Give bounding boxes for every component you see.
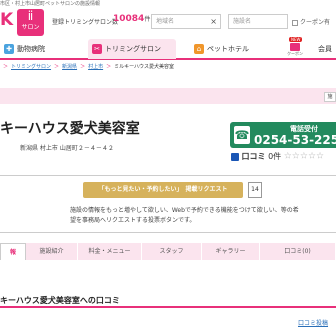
site-tagline: 市区・村上市山居町ペットサロンの施設情報 bbox=[0, 1, 101, 7]
tab-reviews[interactable]: 口コミ(0) bbox=[260, 243, 336, 260]
post-review-link[interactable]: 口コミ投稿 bbox=[298, 318, 328, 327]
review-count[interactable]: 0件 bbox=[268, 152, 281, 161]
request-description: 施設の情報をもっと増やして欲しい、Webで予約できる機能をつけて欲しい、等の希望… bbox=[70, 207, 299, 224]
nav-member[interactable]: 会員 bbox=[318, 39, 332, 59]
section-divider bbox=[0, 306, 336, 308]
breadcrumb-separator: ＞ bbox=[80, 64, 86, 70]
nav-hospital-label: 動物病院 bbox=[17, 45, 45, 53]
facility-tabs: 報 施設紹介 料金・メニュー スタッフ ギャラリー 口コミ(0) bbox=[0, 243, 336, 260]
breadcrumb-separator: ＞ bbox=[3, 64, 9, 70]
facility-menu-button[interactable]: 施 bbox=[324, 92, 336, 102]
phone-number[interactable]: 0254-53-225 bbox=[254, 133, 336, 147]
breadcrumb-current: ミルキーハウス愛犬美容室 bbox=[114, 64, 175, 70]
review-summary: 口コミ 0件 ☆☆☆☆☆ bbox=[231, 151, 325, 162]
phone-contact-box[interactable]: ☎ 電話受付 0254-53-225 bbox=[230, 122, 336, 148]
breadcrumb-separator: ＞ bbox=[54, 64, 60, 70]
checkbox-icon[interactable] bbox=[292, 19, 298, 26]
area-search-placeholder: 地域名 bbox=[156, 18, 175, 25]
request-count: 14 bbox=[248, 182, 262, 198]
tab-staff[interactable]: スタッフ bbox=[142, 243, 202, 260]
name-search-placeholder: 施設名 bbox=[233, 18, 252, 25]
nav-hotel-label: ペットホテル bbox=[207, 45, 249, 53]
new-badge: NEW bbox=[289, 37, 303, 42]
review-label: 口コミ bbox=[241, 152, 266, 161]
main-nav: ✚ 動物病院 ✂ トリミングサロン ⌂ ペットホテル NEW クーポン 会員 bbox=[0, 37, 336, 60]
salon-badge[interactable]: ⅱ サロン bbox=[17, 9, 44, 36]
site-header: K ⅱ サロン 登録トリミングサロン数 10084件 地域名 × 施設名 クーポ… bbox=[0, 8, 336, 38]
registered-count: 10084件 bbox=[113, 14, 150, 24]
area-search-input[interactable]: 地域名 × bbox=[151, 14, 221, 29]
scissors-icon: ✂ bbox=[92, 44, 102, 54]
tab-price-menu[interactable]: 料金・メニュー bbox=[78, 243, 142, 260]
page-title: キーハウス愛犬美容室 bbox=[0, 121, 140, 137]
breadcrumb-prefecture[interactable]: 新潟県 bbox=[62, 64, 77, 70]
facility-header-band: 施 bbox=[0, 88, 336, 104]
breadcrumb: ＞トリミングサロン＞新潟県＞村上市＞ミルキーハウス愛犬美容室 bbox=[0, 62, 336, 73]
phone-icon: ☎ bbox=[234, 126, 250, 144]
nav-hospital[interactable]: ✚ 動物病院 bbox=[4, 39, 45, 59]
reviews-section-title: キーハウス愛犬美容室への口コミ bbox=[0, 296, 120, 305]
breadcrumb-trimming[interactable]: トリミングサロン bbox=[11, 64, 51, 70]
hotel-icon: ⌂ bbox=[194, 44, 204, 54]
coupon-filter-label: クーポン有 bbox=[300, 19, 331, 26]
hospital-icon: ✚ bbox=[4, 44, 14, 54]
breadcrumb-city[interactable]: 村上市 bbox=[88, 64, 103, 70]
coupon-icon bbox=[290, 43, 300, 51]
clear-icon[interactable]: × bbox=[210, 15, 217, 28]
coupon-filter-checkbox[interactable]: クーポン有 bbox=[292, 17, 330, 26]
nav-coupon[interactable]: NEW クーポン bbox=[284, 37, 306, 58]
registered-count-unit: 件 bbox=[144, 16, 151, 23]
listing-request-button[interactable]: 「もっと見たい・予約したい」 掲載リクエスト bbox=[83, 182, 243, 198]
salon-badge-label: サロン bbox=[21, 24, 40, 31]
listing-request-box: 「もっと見たい・予約したい」 掲載リクエスト 14 施設の情報をもっと増やして欲… bbox=[0, 175, 336, 233]
tab-introduction[interactable]: 施設紹介 bbox=[26, 243, 78, 260]
breadcrumb-separator: ＞ bbox=[106, 64, 112, 70]
name-search-input[interactable]: 施設名 bbox=[228, 14, 288, 29]
registered-count-value: 10084 bbox=[113, 14, 145, 24]
tab-gallery[interactable]: ギャラリー bbox=[202, 243, 260, 260]
nav-coupon-label: クーポン bbox=[287, 51, 303, 56]
review-icon bbox=[231, 152, 239, 161]
nav-trimming-label: トリミングサロン bbox=[105, 45, 161, 53]
registered-count-label: 登録トリミングサロン数 bbox=[52, 19, 119, 26]
salon-address: 新潟県 村上市 山居町２－４－４２ bbox=[20, 145, 114, 152]
salon-icon: ⅱ bbox=[27, 9, 34, 23]
rating-stars: ☆☆☆☆☆ bbox=[283, 151, 325, 162]
site-logo[interactable]: K bbox=[0, 10, 13, 30]
tab-info[interactable]: 報 bbox=[0, 243, 26, 260]
nav-trimming-salon[interactable]: ✂ トリミングサロン bbox=[88, 39, 176, 59]
nav-pet-hotel[interactable]: ⌂ ペットホテル bbox=[194, 39, 249, 59]
